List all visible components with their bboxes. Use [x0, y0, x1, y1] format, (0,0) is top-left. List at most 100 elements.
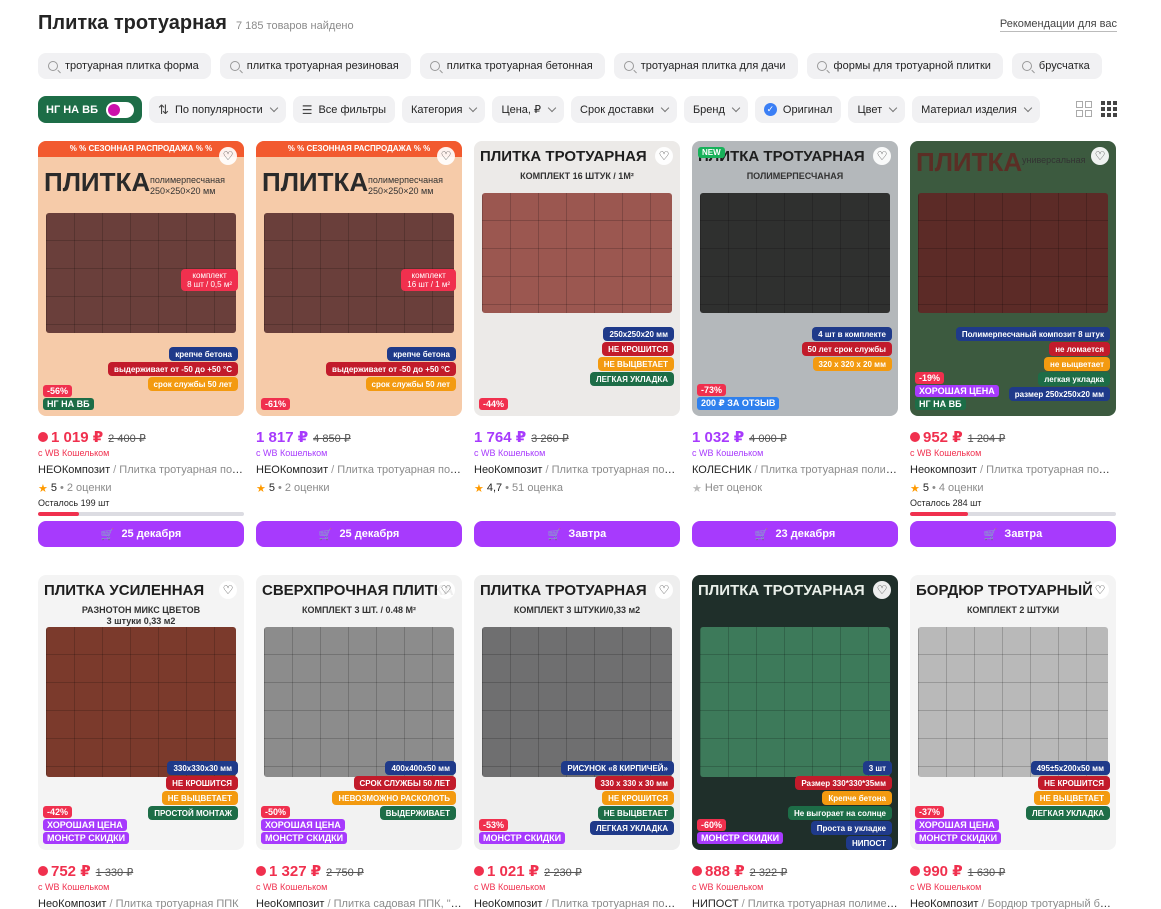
- search-chip-label: брусчатка: [1038, 60, 1090, 72]
- heart-icon[interactable]: ♡: [437, 581, 455, 599]
- product-title[interactable]: НеоКомпозит / Плитка тротуарная полимерп…: [474, 464, 680, 478]
- search-chip[interactable]: тротуарная плитка форма: [38, 53, 211, 79]
- search-icon: [429, 61, 440, 71]
- add-to-cart-button[interactable]: 🛒 25 декабря: [38, 521, 244, 547]
- badge-stack: -37% ХОРОШАЯ ЦЕНА МОНСТР СКИДКИ: [915, 806, 1002, 844]
- product-image[interactable]: ПЛИТКА ТРОТУАРНАЯ ПОЛИМЕРПЕСЧАНАЯ 4 шт в к…: [692, 141, 898, 416]
- heart-icon[interactable]: ♡: [437, 147, 455, 165]
- image-feature-label: НЕ КРОШИТСЯ: [602, 791, 674, 805]
- product-card[interactable]: ПЛИТКА УСИЛЕННАЯ РАЗНОТОН МИКС ЦВЕТОВ 3 ш…: [38, 575, 244, 909]
- heart-icon[interactable]: ♡: [1091, 147, 1109, 165]
- product-card[interactable]: БОРДЮР ТРОТУАРНЫЙ КОМПЛЕКТ 2 ШТУКИ 495±5х2…: [910, 575, 1116, 909]
- product-image[interactable]: ПЛИТКА ТРОТУАРНАЯ КОМПЛЕКТ 3 ШТУКИ/0,33 м…: [474, 575, 680, 850]
- image-feature-label: 4 шт в комплекте: [812, 327, 892, 341]
- image-feature-label: НЕ КРОШИТСЯ: [1038, 776, 1110, 790]
- price-row: 1 019 ₽ 2 400 ₽: [38, 428, 244, 446]
- wallet-icon: [38, 432, 48, 442]
- product-card[interactable]: СВЕРХПРОЧНАЯ ПЛИТКА КОМПЛЕКТ 3 ШТ. / 0.48…: [256, 575, 462, 909]
- material-filter[interactable]: Материал изделия: [912, 96, 1040, 123]
- ng-toggle[interactable]: НГ НА ВБ: [38, 96, 143, 123]
- image-feature-label: ЛЕГКАЯ УКЛАДКА: [589, 821, 674, 835]
- color-filter[interactable]: Цвет: [848, 96, 906, 123]
- product-title[interactable]: Неокомпозит / Плитка тротуарная полимерп…: [910, 464, 1116, 478]
- product-card[interactable]: % % СЕЗОННАЯ РАСПРОДАЖА % % ПЛИТКА полимер…: [38, 141, 244, 551]
- product-title[interactable]: НеоКомпозит / Плитка тротуарная полимерп…: [474, 898, 680, 909]
- rating-value: 5: [50, 482, 57, 494]
- heart-icon[interactable]: ♡: [219, 581, 237, 599]
- product-image[interactable]: % % СЕЗОННАЯ РАСПРОДАЖА % % ПЛИТКА полимер…: [256, 141, 462, 416]
- price-row: 1 032 ₽ 4 000 ₽: [692, 428, 898, 446]
- wallet-note: с WB Кошельком: [474, 882, 546, 892]
- search-chip[interactable]: формы для тротуарной плитки: [806, 53, 1003, 79]
- image-feature-label: легкая укладка: [1038, 372, 1110, 386]
- brand-name: НеоКомпозит: [256, 898, 325, 909]
- product-card[interactable]: ПЛИТКА ТРОТУАРНАЯАНТИВАНДАЛЬНАЯ3 штРазме…: [692, 575, 898, 909]
- old-price: 2 230 ₽: [544, 867, 582, 879]
- rating: ★ Нет оценок: [692, 481, 898, 495]
- product-card[interactable]: ПЛИТКА ТРОТУАРНАЯ ПОЛИМЕРПЕСЧАНАЯ 4 шт в к…: [692, 141, 898, 551]
- wallet-note: с WB Кошельком: [38, 448, 110, 458]
- search-chip[interactable]: плитка тротуарная резиновая: [219, 53, 411, 79]
- wallet-icon: [474, 866, 484, 876]
- badge-stack: -42% ХОРОШАЯ ЦЕНА МОНСТР СКИДКИ: [43, 806, 130, 844]
- product-card[interactable]: ПЛИТКА ТРОТУАРНАЯ КОМПЛЕКТ 16 ШТУК / 1М² 2…: [474, 141, 680, 551]
- image-feature-label: 50 лет срок службы: [801, 342, 892, 356]
- toggle-switch[interactable]: [106, 101, 135, 118]
- product-card[interactable]: % % СЕЗОННАЯ РАСПРОДАЖА % % ПЛИТКА полимер…: [256, 141, 462, 551]
- price: 1 327 ₽: [256, 862, 321, 880]
- heart-icon[interactable]: ♡: [1091, 581, 1109, 599]
- heart-icon[interactable]: ♡: [873, 147, 891, 165]
- heart-icon[interactable]: ♡: [655, 581, 673, 599]
- product-card[interactable]: ПЛИТКА ТРОТУАРНАЯ КОМПЛЕКТ 3 ШТУКИ/0,33 м…: [474, 575, 680, 909]
- product-image[interactable]: % % СЕЗОННАЯ РАСПРОДАЖА % % ПЛИТКА полимер…: [38, 141, 244, 416]
- product-image[interactable]: СВЕРХПРОЧНАЯ ПЛИТКА КОМПЛЕКТ 3 ШТ. / 0.48…: [256, 575, 462, 850]
- image-title: СВЕРХПРОЧНАЯ ПЛИТКА: [262, 582, 454, 599]
- product-title[interactable]: НеоКомпозит / Плитка садовая ППК, "Брусч…: [256, 898, 462, 909]
- badge-stack: -53% МОНСТР СКИДКИ: [479, 819, 566, 844]
- add-to-cart-button[interactable]: 🛒 Завтра: [910, 521, 1116, 547]
- product-title[interactable]: НИПОСТ / Плитка тротуарная полимерпесчан…: [692, 898, 898, 909]
- old-price: 2 322 ₽: [749, 867, 788, 879]
- grid-4-icon[interactable]: [1076, 101, 1092, 117]
- delivery-filter[interactable]: Срок доставки: [571, 96, 677, 123]
- old-price: 1 204 ₽: [967, 433, 1006, 445]
- sort-dropdown[interactable]: ⇅ По популярности: [149, 96, 286, 123]
- price-filter[interactable]: Цена, ₽: [492, 96, 565, 123]
- product-image[interactable]: ПЛИТКА универсальная Полимерпесчаный компо…: [910, 141, 1116, 416]
- delivery-date: 23 декабря: [775, 528, 836, 540]
- wallet-icon: [38, 866, 48, 876]
- product-title[interactable]: НеоКомпозит / Плитка тротуарная ППК: [38, 898, 244, 909]
- product-title[interactable]: НеоКомпозит / Бордюр тротуарный бетонный: [910, 898, 1116, 909]
- add-to-cart-button[interactable]: 🛒 Завтра: [474, 521, 680, 547]
- brand-filter[interactable]: Бренд: [683, 96, 748, 123]
- star-icon: ★: [256, 482, 266, 495]
- product-card[interactable]: ПЛИТКА универсальная Полимерпесчаный компо…: [910, 141, 1116, 551]
- image-subtitle: РАЗНОТОН МИКС ЦВЕТОВ 3 штуки 0,33 м2: [81, 605, 201, 626]
- search-chip[interactable]: брусчатка: [1011, 53, 1102, 79]
- product-image[interactable]: ПЛИТКА УСИЛЕННАЯ РАЗНОТОН МИКС ЦВЕТОВ 3 ш…: [38, 575, 244, 850]
- product-image[interactable]: БОРДЮР ТРОТУАРНЫЙ КОМПЛЕКТ 2 ШТУКИ 495±5х2…: [910, 575, 1116, 850]
- search-chip[interactable]: плитка тротуарная бетонная: [419, 53, 605, 79]
- recommendations-link[interactable]: Рекомендации для вас: [999, 18, 1117, 32]
- price: 1 019 ₽: [38, 428, 103, 446]
- separator: /: [542, 464, 552, 476]
- product-title[interactable]: НЕОКомпозит / Плитка тротуарная полимерп…: [38, 464, 244, 478]
- add-to-cart-button[interactable]: 🛒 25 декабря: [256, 521, 462, 547]
- search-chip[interactable]: тротуарная плитка для дачи: [613, 53, 798, 79]
- heart-icon[interactable]: ♡: [655, 147, 673, 165]
- add-to-cart-button[interactable]: 🛒 23 декабря: [692, 521, 898, 547]
- search-icon: [816, 61, 827, 71]
- heart-icon[interactable]: ♡: [873, 581, 891, 599]
- product-badge: -44%: [479, 398, 509, 410]
- price-row: 990 ₽ 1 630 ₽: [910, 862, 1116, 880]
- product-title[interactable]: НЕОКомпозит / Плитка тротуарная полимерп…: [256, 464, 462, 478]
- all-filters-button[interactable]: ☰ Все фильтры: [292, 96, 396, 123]
- rating: ★ 5 • 4 оценки: [910, 481, 1116, 495]
- original-filter[interactable]: ✓ Оригинал: [754, 96, 842, 123]
- product-image[interactable]: ПЛИТКА ТРОТУАРНАЯАНТИВАНДАЛЬНАЯ3 штРазме…: [692, 575, 898, 850]
- heart-icon[interactable]: ♡: [219, 147, 237, 165]
- product-title[interactable]: КОЛЕСНИК / Плитка тротуарная полимерпесч…: [692, 464, 898, 478]
- grid-9-icon[interactable]: [1101, 101, 1117, 117]
- product-image[interactable]: ПЛИТКА ТРОТУАРНАЯ КОМПЛЕКТ 16 ШТУК / 1М² 2…: [474, 141, 680, 416]
- category-filter[interactable]: Категория: [402, 96, 486, 123]
